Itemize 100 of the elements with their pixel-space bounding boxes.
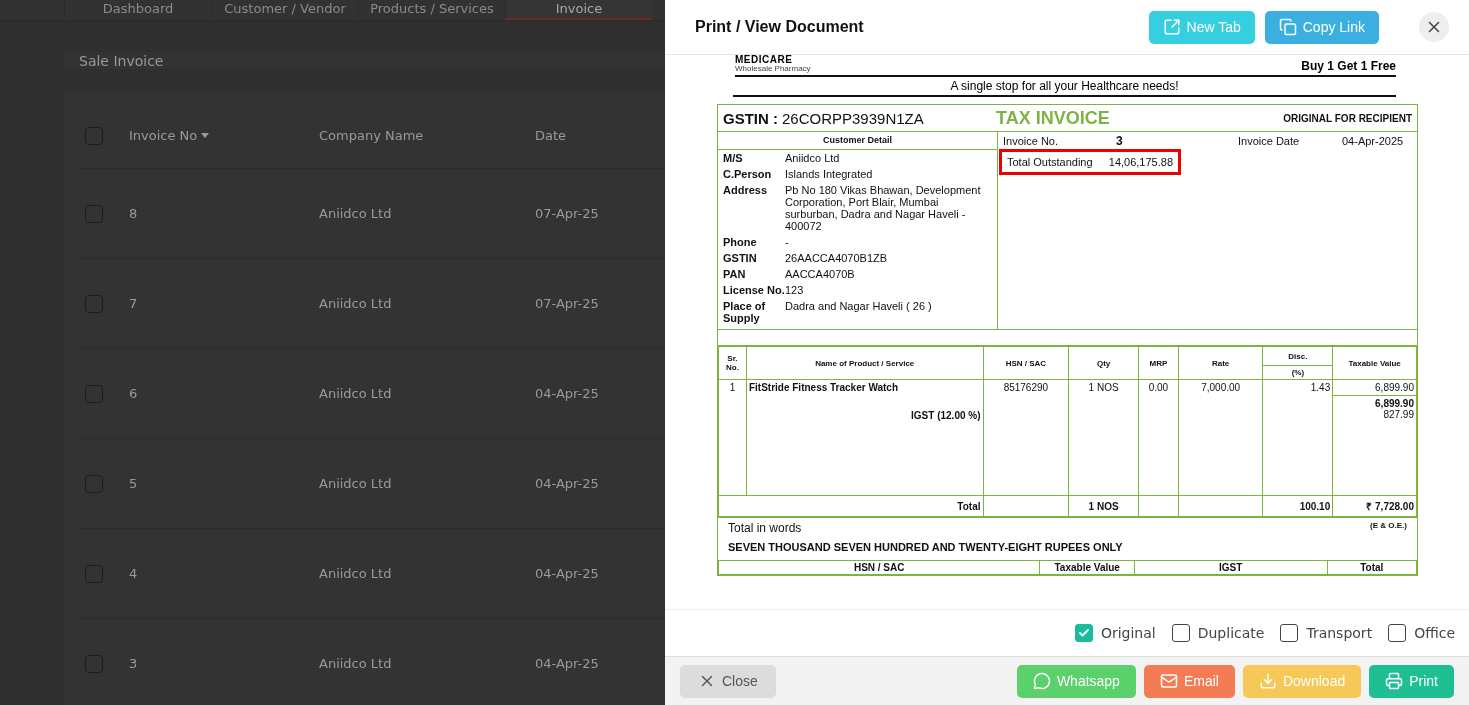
table-cell: 07-Apr-25 xyxy=(535,296,599,311)
table-cell: FitStride Fitness Tracker Watch xyxy=(746,379,983,396)
tax-amount: 827.99 xyxy=(1383,409,1414,420)
section-heading: Customer Detail xyxy=(718,132,997,150)
table-cell: 1.43 xyxy=(1263,379,1333,396)
copy-icon xyxy=(1278,18,1297,36)
table-cell: 04-Apr-25 xyxy=(535,476,599,491)
table-cell: Aniidco Ltd xyxy=(319,386,392,401)
document-title: TAX INVOICE xyxy=(996,107,1111,129)
email-button[interactable]: Email xyxy=(1143,664,1235,698)
field-label: License No. xyxy=(723,284,785,296)
words-label: Total in words xyxy=(728,521,802,535)
checkbox[interactable] xyxy=(1074,624,1093,642)
download-icon xyxy=(1258,672,1277,690)
field-label: C.Person xyxy=(723,168,773,180)
chat-bubble-icon xyxy=(1032,672,1051,690)
table-cell: Aniidco Ltd xyxy=(319,566,392,581)
column-header: Disc. xyxy=(1263,346,1333,366)
nav-tab[interactable]: Invoice xyxy=(505,0,652,20)
tax-label: IGST (12.00 %) xyxy=(746,395,983,496)
column-header: Sr. No. xyxy=(718,346,747,380)
column-header: Name of Product / Service xyxy=(746,346,983,380)
page-title: Sale Invoice xyxy=(64,53,665,69)
column-header: Total xyxy=(1327,560,1417,575)
mail-icon xyxy=(1159,672,1178,690)
tagline: A single stop for all your Healthcare needs! xyxy=(733,77,1396,97)
field-value: AACCA4070B xyxy=(785,268,856,280)
field-value: Dadra and Nagar Haveli ( 26 ) xyxy=(785,300,933,314)
column-header[interactable]: Invoice No xyxy=(129,128,198,143)
field-value: 26AACCA4070B1ZB xyxy=(785,252,889,264)
table-cell: 1 NOS xyxy=(1068,495,1139,517)
table-cell: 1 xyxy=(718,379,747,396)
column-header[interactable]: Date xyxy=(535,128,567,143)
field-label: Place of Supply xyxy=(723,300,767,324)
field-value: 123 xyxy=(785,284,805,296)
printer-icon xyxy=(1385,672,1404,690)
column-header: IGST xyxy=(1134,560,1327,575)
table-cell: 6,899.90 xyxy=(1332,379,1417,396)
external-link-icon xyxy=(1162,18,1181,36)
column-header: Qty xyxy=(1068,346,1139,380)
field-value: Aniidco Ltd xyxy=(785,152,841,164)
table-cell: 7,000.00 xyxy=(1178,379,1263,396)
table-cell: 04-Apr-25 xyxy=(535,566,599,581)
copy-label: ORIGINAL FOR RECIPIENT xyxy=(1283,112,1412,124)
table-cell: Aniidco Ltd xyxy=(319,296,392,311)
table-cell: 07-Apr-25 xyxy=(535,206,599,221)
close-button[interactable] xyxy=(1419,12,1449,42)
gstin-label: GSTIN : xyxy=(723,109,778,127)
table-cell: 6 xyxy=(129,386,138,401)
table-cell: 85176290 xyxy=(983,379,1069,396)
column-header[interactable]: Company Name xyxy=(319,128,424,143)
nav-tab[interactable]: Dashboard xyxy=(64,0,211,20)
table-cell: 3 xyxy=(129,656,138,671)
copy-option[interactable]: Office xyxy=(1388,624,1455,642)
copy-option[interactable]: Original xyxy=(1074,624,1156,642)
offer-text: Buy 1 Get 1 Free xyxy=(1301,59,1396,73)
logo-name: MEDICARE xyxy=(735,55,794,65)
logo-tagline: Wholesale Pharmacy xyxy=(735,65,811,73)
close-button[interactable]: Close xyxy=(680,664,776,698)
field-label: PAN xyxy=(723,268,747,280)
table-cell: 100.10 xyxy=(1263,495,1333,517)
invoice-date: 04-Apr-2025 xyxy=(1342,134,1404,147)
copy-option[interactable]: Transport xyxy=(1280,624,1373,642)
total-label: Total xyxy=(718,495,983,517)
gstin-value: 26CORPP3939N1ZA xyxy=(782,109,925,127)
copy-option[interactable]: Duplicate xyxy=(1171,624,1265,642)
copy-link-button[interactable]: Copy Link xyxy=(1264,10,1379,44)
subtotal-value: 6,899.90 xyxy=(1375,398,1414,409)
column-header: Taxable Value xyxy=(1332,346,1417,380)
table-cell: ₹ 7,728.00 xyxy=(1332,495,1417,517)
table-cell: 8 xyxy=(129,206,138,221)
dialog-title: Print / View Document xyxy=(695,18,865,36)
field-value: Pb No 180 Vikas Bhawan, Development Corporation, Port Blair, Mumbai surburban, Dadra and Nagar Haveli - 400072 xyxy=(785,184,982,232)
table-cell: 04-Apr-25 xyxy=(535,386,599,401)
check-icon xyxy=(1077,627,1090,639)
column-header: MRP xyxy=(1138,346,1179,380)
table-cell: Aniidco Ltd xyxy=(319,476,392,491)
column-header: HSN / SAC xyxy=(718,560,1040,575)
column-header: Taxable Value xyxy=(1039,560,1135,575)
field-label: Invoice Date xyxy=(1238,134,1301,147)
table-cell: 0.00 xyxy=(1138,379,1179,396)
column-header: HSN / SAC xyxy=(983,346,1069,380)
amount-in-words: SEVEN THOUSAND SEVEN HUNDRED AND TWENTY-EIGHT RUPEES ONLY xyxy=(728,541,1124,555)
field-label: Phone xyxy=(723,236,758,248)
print-button[interactable]: Print xyxy=(1369,664,1454,698)
checkbox[interactable] xyxy=(1280,624,1299,642)
outstanding-highlight: Total Outstanding 14,06,175.88 xyxy=(999,149,1181,175)
checkbox[interactable] xyxy=(1388,624,1407,642)
table-cell: Aniidco Ltd xyxy=(319,206,392,221)
field-value: Islands Integrated xyxy=(785,168,874,180)
field-label: Invoice No. xyxy=(1003,134,1060,147)
nav-tab[interactable]: Customer / Vendor xyxy=(211,0,358,20)
eoe-note: (E & O.E.) xyxy=(1370,521,1407,532)
invoice-number: 3 xyxy=(1116,133,1124,148)
field-label: GSTIN xyxy=(723,252,758,264)
field-label: Address xyxy=(723,184,769,198)
checkbox[interactable] xyxy=(1171,624,1190,642)
table-cell: 7 xyxy=(129,296,138,311)
table-cell: 04-Apr-25 xyxy=(535,656,599,671)
field-label: M/S xyxy=(723,152,744,164)
